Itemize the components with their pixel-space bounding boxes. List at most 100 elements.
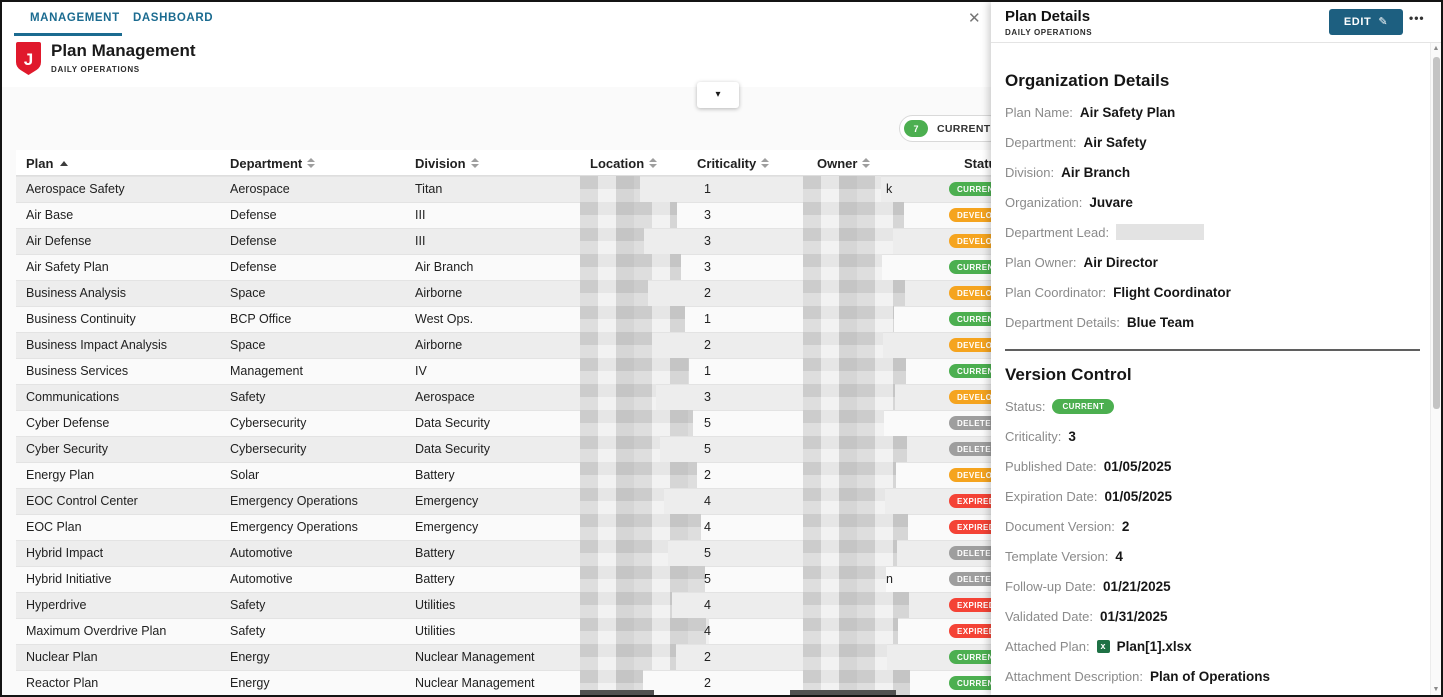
bottom-redaction-bar bbox=[580, 690, 654, 695]
column-header-criticality[interactable]: Criticality bbox=[697, 150, 769, 176]
cell-department: Automotive bbox=[230, 566, 293, 592]
panel-scrollbar[interactable]: ▲ ▼ bbox=[1430, 43, 1441, 695]
detail-field: Validated Date:01/31/2025 bbox=[1005, 601, 1420, 631]
field-label: Validated Date: bbox=[1005, 609, 1093, 624]
scrollbar-thumb[interactable] bbox=[1433, 57, 1440, 409]
column-header-plan[interactable]: Plan bbox=[26, 150, 68, 176]
field-label: Department Lead: bbox=[1005, 225, 1109, 240]
table-row[interactable]: Cyber SecurityCybersecurityData Security… bbox=[16, 436, 993, 462]
column-header-status[interactable]: Status bbox=[964, 150, 993, 176]
table-row[interactable]: Business ServicesManagementIV1CURRENT bbox=[16, 358, 993, 384]
table-row[interactable]: Maximum Overdrive PlanSafetyUtilities4EX… bbox=[16, 618, 993, 644]
status-badge: DELETED bbox=[949, 572, 993, 586]
column-header-owner[interactable]: Owner bbox=[817, 150, 870, 176]
field-label: Organization: bbox=[1005, 195, 1082, 210]
table-row[interactable]: Air DefenseDefenseIII3DEVELOPMENT bbox=[16, 228, 993, 254]
field-value: Air Safety Plan bbox=[1080, 105, 1175, 120]
cell-criticality: 2 bbox=[704, 670, 711, 695]
close-icon[interactable]: ✕ bbox=[968, 11, 981, 26]
table-row[interactable]: Energy PlanSolarBattery2DEVELOPMENT bbox=[16, 462, 993, 488]
column-header-location[interactable]: Location bbox=[590, 150, 657, 176]
page-header: J Plan Management DAILY OPERATIONS bbox=[2, 36, 993, 87]
more-options-icon[interactable]: ••• bbox=[1409, 11, 1425, 25]
detail-field: Follow-up Date:01/21/2025 bbox=[1005, 571, 1420, 601]
field-value: Juvare bbox=[1089, 195, 1133, 210]
redacted-value bbox=[1116, 224, 1204, 240]
sort-icon bbox=[862, 158, 870, 168]
cell-department: Safety bbox=[230, 618, 265, 644]
table-row[interactable]: Nuclear PlanEnergyNuclear Management2CUR… bbox=[16, 644, 993, 670]
edit-button[interactable]: EDIT ✎ bbox=[1329, 9, 1403, 35]
status-badge: DEVELOPMENT bbox=[949, 208, 993, 222]
detail-field: Plan Coordinator:Flight Coordinator bbox=[1005, 277, 1420, 307]
status-badge: DELETED bbox=[949, 546, 993, 560]
status-badge: EXPIRED bbox=[949, 598, 993, 612]
cell-department: Energy bbox=[230, 644, 270, 670]
cell-plan: Air Base bbox=[26, 202, 73, 228]
field-label: Division: bbox=[1005, 165, 1054, 180]
table-row[interactable]: EOC Control CenterEmergency OperationsEm… bbox=[16, 488, 993, 514]
table-row[interactable]: HyperdriveSafetyUtilities4EXPIRED bbox=[16, 592, 993, 618]
table-row[interactable]: Cyber DefenseCybersecurityData Security5… bbox=[16, 410, 993, 436]
redacted-owner bbox=[803, 566, 886, 592]
redacted-location bbox=[580, 384, 656, 410]
table-row[interactable]: Business ContinuityBCP OfficeWest Ops.1C… bbox=[16, 306, 993, 332]
redacted-owner bbox=[803, 254, 882, 280]
detail-field: Expiration Date:01/05/2025 bbox=[1005, 481, 1420, 511]
sort-icon bbox=[649, 158, 657, 168]
tab-dashboard[interactable]: DASHBOARD bbox=[133, 2, 213, 33]
current-filter-pill[interactable]: 7 CURRENT bbox=[899, 115, 993, 142]
redacted-location bbox=[580, 488, 664, 514]
cell-department: Aerospace bbox=[230, 176, 290, 202]
table-row[interactable]: Aerospace SafetyAerospaceTitan1kCURRENT bbox=[16, 176, 993, 202]
cell-criticality: 4 bbox=[704, 514, 711, 540]
plan-management-view: MANAGEMENT DASHBOARD ✕ J Plan Management… bbox=[2, 2, 993, 695]
redacted-location bbox=[580, 358, 689, 384]
field-value[interactable]: Plan[1].xlsx bbox=[1117, 639, 1192, 654]
cell-division: Data Security bbox=[415, 436, 490, 462]
cell-division: III bbox=[415, 228, 425, 254]
pencil-icon: ✎ bbox=[1378, 17, 1388, 28]
version-control-fields: Status:CURRENTCriticality:3Published Dat… bbox=[1005, 391, 1420, 691]
table-row[interactable]: Business Impact AnalysisSpaceAirborne2DE… bbox=[16, 332, 993, 358]
status-badge: CURRENT bbox=[949, 260, 993, 274]
tab-management[interactable]: MANAGEMENT bbox=[30, 2, 120, 33]
table-row[interactable]: Air BaseDefenseIII3DEVELOPMENT bbox=[16, 202, 993, 228]
cell-division: Titan bbox=[415, 176, 442, 202]
table-header-row: Plan Department Division Location Critic… bbox=[16, 150, 993, 176]
column-header-division[interactable]: Division bbox=[415, 150, 479, 176]
cell-plan: Business Analysis bbox=[26, 280, 126, 306]
cell-criticality: 2 bbox=[704, 280, 711, 306]
detail-field: Plan Owner:Air Director bbox=[1005, 247, 1420, 277]
scroll-up-icon[interactable]: ▲ bbox=[1431, 45, 1441, 52]
cell-department: Defense bbox=[230, 202, 277, 228]
redacted-owner bbox=[803, 462, 896, 488]
table-row[interactable]: Air Safety PlanDefenseAir Branch3CURRENT bbox=[16, 254, 993, 280]
detail-field: Division:Air Branch bbox=[1005, 157, 1420, 187]
field-value: 01/21/2025 bbox=[1103, 579, 1171, 594]
table-row[interactable]: Business AnalysisSpaceAirborne2DEVELOPME… bbox=[16, 280, 993, 306]
table-row[interactable]: Hybrid ImpactAutomotiveBattery5DELETED bbox=[16, 540, 993, 566]
expand-toolbar-button[interactable]: ▾ bbox=[697, 82, 739, 108]
cell-criticality: 1 bbox=[704, 176, 711, 202]
table-row[interactable]: Hybrid InitiativeAutomotiveBattery5nDELE… bbox=[16, 566, 993, 592]
table-row[interactable]: EOC PlanEmergency OperationsEmergency4EX… bbox=[16, 514, 993, 540]
cell-department: Cybersecurity bbox=[230, 410, 306, 436]
redacted-owner bbox=[803, 644, 887, 670]
status-badge: DEVELOPMENT bbox=[949, 286, 993, 300]
detail-field: Published Date:01/05/2025 bbox=[1005, 451, 1420, 481]
status-badge: EXPIRED bbox=[949, 520, 993, 534]
cell-division: Emergency bbox=[415, 488, 478, 514]
chevron-down-icon: ▾ bbox=[715, 90, 720, 100]
field-value: 01/05/2025 bbox=[1105, 489, 1173, 504]
redacted-location bbox=[580, 566, 705, 592]
table-row[interactable]: CommunicationsSafetyAerospace3DEVELOPMEN… bbox=[16, 384, 993, 410]
detail-field: Attached Plan:xPlan[1].xlsx bbox=[1005, 631, 1420, 661]
field-label: Document Version: bbox=[1005, 519, 1115, 534]
cell-criticality: 5 bbox=[704, 566, 711, 592]
field-value: 4 bbox=[1115, 549, 1123, 564]
cell-department: Safety bbox=[230, 384, 265, 410]
scroll-down-icon[interactable]: ▼ bbox=[1431, 686, 1441, 693]
svg-text:J: J bbox=[24, 50, 33, 69]
column-header-department[interactable]: Department bbox=[230, 150, 315, 176]
